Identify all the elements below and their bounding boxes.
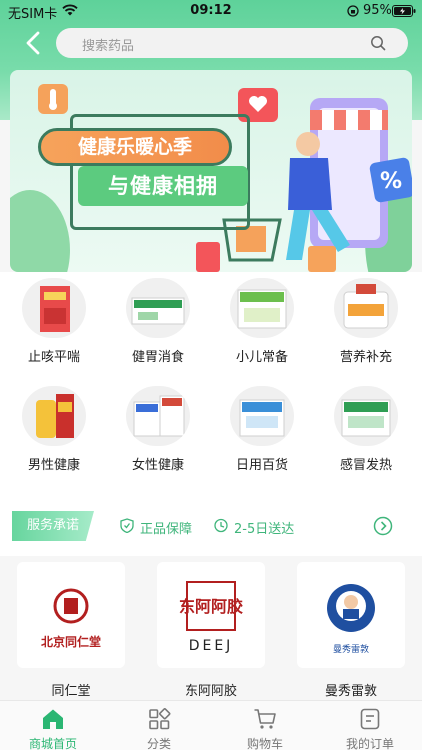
home-icon: [43, 709, 63, 729]
banner-title-sub: 与健康相拥: [78, 166, 248, 206]
brand-label: 曼秀雷敦: [324, 684, 377, 699]
child-medicine-icon: [230, 278, 294, 338]
brand-logo-sub: DEEJ: [189, 638, 234, 654]
tab-category[interactable]: 分类: [117, 707, 201, 750]
category-daily-goods[interactable]: 日用百货: [212, 386, 312, 473]
battery-percent: 95%: [363, 3, 392, 18]
brand-label: 同仁堂: [51, 684, 91, 699]
dongeejiao-logo: 东阿阿胶 DEEJ: [157, 562, 265, 668]
supplement-icon: [334, 278, 398, 338]
banner-title-main: 健康乐暖心季: [38, 128, 232, 166]
brand-mentholatum[interactable]: 曼秀雷敦 曼秀雷敦: [297, 562, 405, 699]
search-icon[interactable]: [370, 35, 386, 51]
brand-row: 北京同仁堂 同仁堂 东阿阿胶 DEEJ 东阿阿胶 曼秀雷敦 曼秀雷敦: [0, 556, 422, 704]
category-cough[interactable]: 止咳平喘: [4, 278, 104, 365]
category-label: 止咳平喘: [27, 350, 80, 365]
tab-label: 分类: [146, 737, 171, 750]
category-children[interactable]: 小儿常备: [212, 278, 312, 365]
category-label: 小儿常备: [235, 350, 288, 365]
brand-dongeejiao[interactable]: 东阿阿胶 DEEJ 东阿阿胶: [157, 562, 265, 699]
tongrentang-logo: 北京同仁堂: [17, 562, 125, 668]
orientation-lock-icon: [347, 5, 359, 17]
orders-icon: [360, 708, 380, 730]
cough-medicine-icon: [22, 278, 86, 338]
svg-text:%: %: [380, 169, 402, 194]
cart-icon: [254, 709, 276, 729]
category-digestive[interactable]: 健胃消食: [108, 278, 208, 365]
daily-goods-icon: [230, 386, 294, 446]
digestive-medicine-icon: [126, 278, 190, 338]
service-tag: 服务承诺: [12, 511, 94, 541]
cold-fever-icon: [334, 386, 398, 446]
category-label: 男性健康: [27, 458, 80, 473]
tab-label: 我的订单: [345, 737, 394, 750]
category-label: 健胃消食: [131, 350, 184, 365]
category-label: 日用百货: [235, 458, 288, 473]
service-promise-bar[interactable]: 服务承诺 正品保障 2-5日送达: [0, 500, 422, 556]
brand-logo-text: 东阿阿胶: [179, 597, 243, 616]
womens-health-icon: [126, 386, 190, 446]
category-nutrition[interactable]: 营养补充: [316, 278, 416, 365]
category-mens-health[interactable]: 男性健康: [4, 386, 104, 473]
category-cold-fever[interactable]: 感冒发热: [316, 386, 416, 473]
status-bar: 无SIM卡 09:12 95%: [0, 0, 422, 22]
chevron-right-icon[interactable]: [373, 516, 393, 536]
search-bar[interactable]: 搜索药品: [56, 28, 408, 58]
tab-cart[interactable]: 购物车: [223, 707, 307, 750]
category-grid: 止咳平喘 健胃消食 小儿常备 营养补充 男性健康 女性健康 日用百货 感冒发热: [0, 272, 422, 500]
tab-home[interactable]: 商城首页: [11, 707, 95, 750]
tab-orders[interactable]: 我的订单: [328, 707, 412, 750]
category-label: 女性健康: [131, 458, 184, 473]
tab-label: 购物车: [246, 737, 283, 750]
category-womens-health[interactable]: 女性健康: [108, 386, 208, 473]
delivery-icon: [214, 518, 228, 533]
tab-label: 商城首页: [28, 737, 77, 750]
promo-banner[interactable]: % 健康乐暖心季 与健康相拥: [10, 70, 412, 272]
battery-icon: [392, 5, 416, 17]
shield-icon: [120, 518, 134, 533]
back-button[interactable]: [22, 30, 46, 56]
brand-logo-text: 曼秀雷敦: [333, 643, 369, 655]
mens-health-icon: [22, 386, 86, 446]
search-placeholder: 搜索药品: [82, 39, 135, 54]
brand-label: 东阿阿胶: [184, 684, 237, 699]
category-grid-icon: [149, 708, 171, 730]
brand-logo-text: 北京同仁堂: [41, 634, 101, 649]
mentholatum-logo: 曼秀雷敦: [297, 562, 405, 668]
brand-tongrentang[interactable]: 北京同仁堂 同仁堂: [17, 562, 125, 699]
bottom-tab-bar: 商城首页 分类 购物车 我的订单: [0, 700, 422, 750]
category-label: 营养补充: [339, 350, 392, 365]
service-genuine: 正品保障: [140, 522, 193, 537]
category-label: 感冒发热: [339, 458, 392, 473]
service-delivery: 2-5日送达: [234, 522, 295, 537]
